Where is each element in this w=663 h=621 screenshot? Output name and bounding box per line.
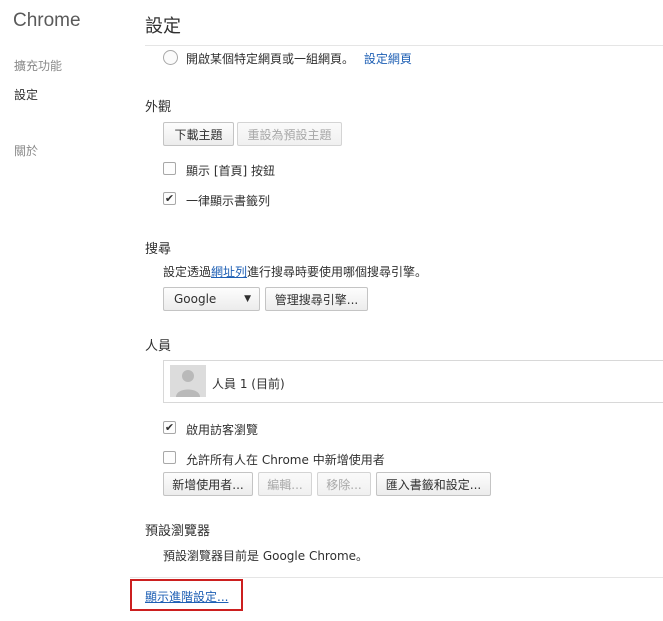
sidebar-item-settings[interactable]: 設定 <box>14 86 38 103</box>
show-home-button-checkbox[interactable] <box>163 162 176 175</box>
allow-add-person-checkbox[interactable] <box>163 451 176 464</box>
search-description: 設定透過網址列進行搜尋時要使用哪個搜尋引擎。 <box>163 263 427 280</box>
checkmark-icon: ✔ <box>164 192 175 205</box>
omnibox-link[interactable]: 網址列 <box>211 265 247 279</box>
guest-browsing-label: 啟用訪客瀏覽 <box>186 423 259 437</box>
edit-user-button[interactable]: 編輯... <box>258 472 312 496</box>
search-desc-after: 進行搜尋時要使用哪個搜尋引擎。 <box>247 265 428 279</box>
app-brand: Chrome <box>13 10 81 31</box>
avatar-icon <box>170 365 206 397</box>
search-engine-selected: Google <box>174 292 217 306</box>
dropdown-arrow-icon: ▼ <box>244 294 251 304</box>
remove-user-button[interactable]: 移除... <box>317 472 371 496</box>
show-home-button-label: 顯示 [首頁] 按鈕 <box>186 164 275 178</box>
guest-browsing-checkbox[interactable]: ✔ <box>163 421 176 434</box>
set-pages-link[interactable]: 設定網頁 <box>364 52 412 66</box>
appearance-section-title: 外觀 <box>145 100 172 115</box>
sidebar-item-about[interactable]: 關於 <box>14 142 38 159</box>
footer-divider <box>130 577 663 578</box>
profile-name[interactable]: 人員 1 (目前) <box>212 375 285 392</box>
people-section-title: 人員 <box>145 339 172 354</box>
add-user-button[interactable]: 新增使用者... <box>163 472 253 496</box>
show-bookmarks-bar-label: 一律顯示書籤列 <box>186 194 271 208</box>
search-section-title: 搜尋 <box>145 242 172 257</box>
sidebar-item-extensions[interactable]: 擴充功能 <box>14 57 62 74</box>
startup-radio-label: 開啟某個特定網頁或一組網頁。 <box>186 52 355 66</box>
search-desc-before: 設定透過 <box>163 265 212 279</box>
show-bookmarks-bar-checkbox[interactable]: ✔ <box>163 192 176 205</box>
reset-theme-button[interactable]: 重設為預設主題 <box>237 122 342 146</box>
allow-add-person-label: 允許所有人在 Chrome 中新增使用者 <box>186 453 385 467</box>
default-browser-section-title: 預設瀏覽器 <box>145 524 211 539</box>
default-browser-status: 預設瀏覽器目前是 Google Chrome。 <box>163 549 369 563</box>
header-divider <box>145 45 663 46</box>
checkmark-icon: ✔ <box>164 421 175 434</box>
startup-specific-pages-radio[interactable] <box>163 50 178 65</box>
search-engine-select[interactable]: Google ▼ <box>163 287 260 311</box>
download-theme-button[interactable]: 下載主題 <box>163 122 234 146</box>
page-title: 設定 <box>145 16 181 37</box>
manage-search-engines-button[interactable]: 管理搜尋引擎... <box>265 287 368 311</box>
show-advanced-settings-link[interactable]: 顯示進階設定... <box>145 588 228 605</box>
startup-radio-label-row: 開啟某個特定網頁或一組網頁。 設定網頁 <box>186 50 412 67</box>
import-bookmarks-button[interactable]: 匯入書籤和設定... <box>376 472 491 496</box>
